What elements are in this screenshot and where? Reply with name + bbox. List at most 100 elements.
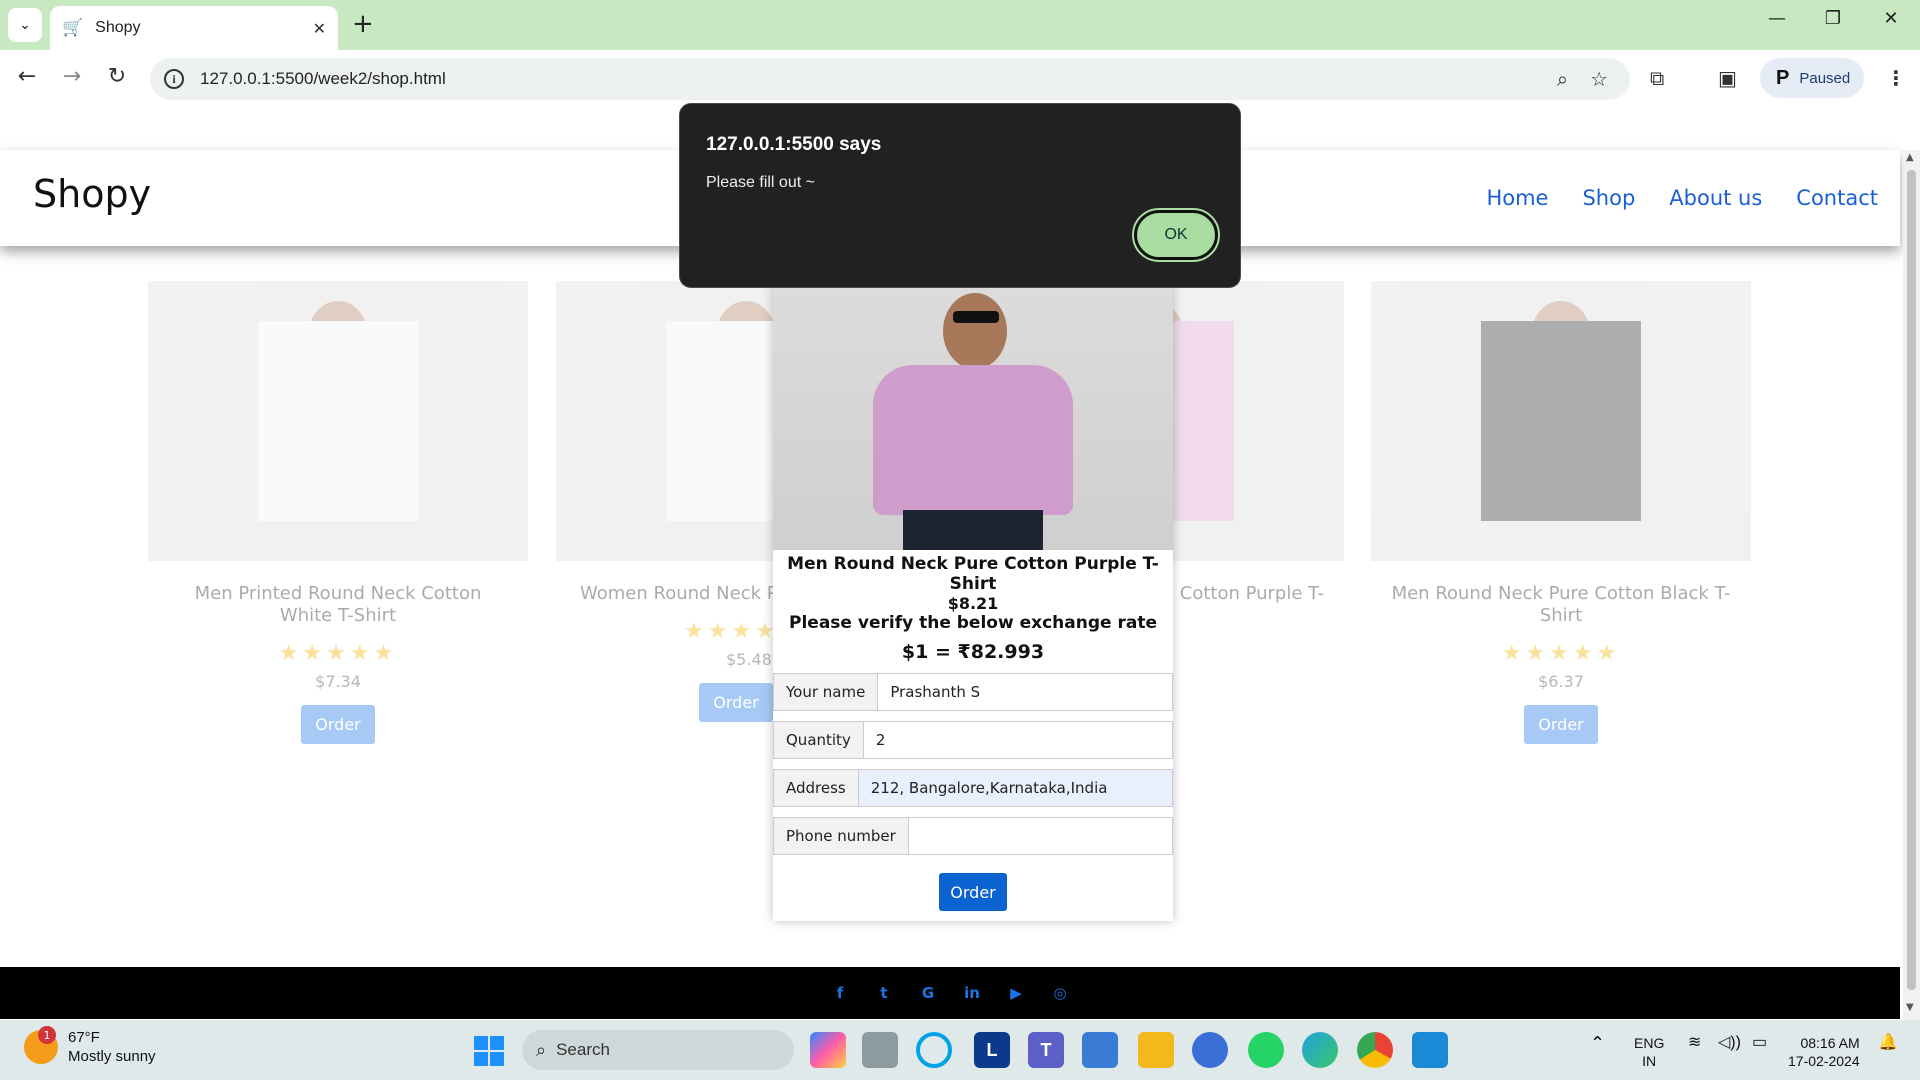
close-window-button[interactable]: ✕ xyxy=(1866,8,1916,29)
sun-icon: 1 xyxy=(24,1026,58,1064)
menu-icon[interactable]: ⋮ xyxy=(1886,66,1906,90)
order-button[interactable]: Order xyxy=(301,705,375,744)
new-tab-button[interactable]: + xyxy=(352,10,374,38)
name-label: Your name xyxy=(774,674,879,710)
back-button[interactable]: ← xyxy=(12,64,42,89)
scrollbar-thumb[interactable] xyxy=(1907,170,1916,990)
taskbar-search[interactable]: ⌕ Search xyxy=(522,1030,794,1070)
address-row: Address 212, Bangalore,Karnataka,India xyxy=(773,769,1173,807)
forward-button[interactable]: → xyxy=(57,64,87,89)
time: 08:16 AM xyxy=(1800,1035,1860,1051)
notification-bell-icon[interactable]: 🔔 xyxy=(1878,1034,1898,1052)
nav-home[interactable]: Home xyxy=(1486,186,1548,210)
profile-button[interactable]: P Paused xyxy=(1760,58,1864,98)
region-code: IN xyxy=(1642,1053,1657,1069)
sunglasses-shape xyxy=(953,311,999,323)
phone-field[interactable] xyxy=(909,818,1172,854)
address-bar[interactable]: i 127.0.0.1:5500/week2/shop.html ⌕ ☆ xyxy=(150,58,1630,100)
rating-stars: ★★★★★ xyxy=(278,641,398,666)
language-code: ENG xyxy=(1634,1035,1665,1051)
bookmark-star-icon[interactable]: ☆ xyxy=(1590,67,1608,91)
model-head xyxy=(943,293,1007,369)
reload-button[interactable]: ↻ xyxy=(102,64,132,89)
linkedin-icon[interactable]: in xyxy=(964,984,980,1002)
twitter-icon[interactable]: t xyxy=(876,984,892,1002)
search-label: Search xyxy=(556,1040,610,1059)
order-button[interactable]: Order xyxy=(699,683,773,722)
restore-button[interactable]: ❐ xyxy=(1808,8,1858,29)
product-card: Men Round Neck Pure Cotton Black T-Shirt… xyxy=(1371,281,1751,744)
site-info-icon[interactable]: i xyxy=(164,69,184,89)
battery-icon[interactable]: ▭ xyxy=(1752,1034,1767,1052)
extensions-icon[interactable]: ⧉ xyxy=(1650,66,1664,90)
modal-product-image xyxy=(773,285,1173,550)
weather-condition: Mostly sunny xyxy=(68,1048,156,1065)
cart-icon: 🛒 xyxy=(62,18,84,38)
task-view-icon[interactable] xyxy=(862,1032,898,1068)
zoom-icon[interactable]: ⌕ xyxy=(1557,67,1568,91)
quantity-field[interactable]: 2 xyxy=(864,722,1172,758)
product-price: $7.34 xyxy=(315,672,361,691)
minimize-button[interactable]: — xyxy=(1752,8,1802,29)
modal-product-title: Men Round Neck Pure Cotton Purple T-Shir… xyxy=(787,554,1159,594)
teams-icon[interactable]: T xyxy=(1028,1032,1064,1068)
instagram-icon[interactable]: ◎ xyxy=(1052,984,1068,1002)
clock[interactable]: 08:16 AM 17-02-2024 xyxy=(1788,1034,1860,1070)
store-icon[interactable] xyxy=(1082,1032,1118,1068)
temperature: 67°F xyxy=(68,1029,100,1046)
alert-message: Please fill out ~ xyxy=(706,174,815,191)
url-text[interactable]: 127.0.0.1:5500/week2/shop.html xyxy=(200,69,1557,89)
phone-label: Phone number xyxy=(774,818,909,854)
tab-search-button[interactable]: ⌄ xyxy=(8,8,42,42)
name-field[interactable]: Prashanth S xyxy=(878,674,1172,710)
vscode-icon[interactable] xyxy=(1412,1032,1448,1068)
l-app-icon[interactable]: L xyxy=(974,1032,1010,1068)
profile-avatar-icon: P xyxy=(1776,66,1790,89)
taskbar: 1 67°F Mostly sunny ⌕ Search L T ⌃ ENG I… xyxy=(0,1020,1920,1080)
file-explorer-icon[interactable] xyxy=(1138,1032,1174,1068)
scroll-down-icon[interactable]: ▼ xyxy=(1906,1002,1914,1013)
volume-icon[interactable]: ◁)) xyxy=(1718,1034,1741,1052)
rating-stars: ★★★★★ xyxy=(1501,641,1621,666)
browser-tab[interactable]: 🛒 Shopy ✕ xyxy=(50,6,338,50)
language-indicator[interactable]: ENG IN xyxy=(1634,1034,1664,1070)
whatsapp-icon[interactable] xyxy=(1248,1032,1284,1068)
nav-contact[interactable]: Contact xyxy=(1796,186,1878,210)
product-price: $6.37 xyxy=(1538,672,1584,691)
date: 17-02-2024 xyxy=(1788,1053,1860,1069)
chrome-icon[interactable] xyxy=(1357,1032,1393,1068)
site-footer: f t G in ▶ ◎ xyxy=(0,967,1900,1019)
submit-order-button[interactable]: Order xyxy=(939,873,1007,911)
chevron-up-icon[interactable]: ⌃ xyxy=(1590,1034,1605,1052)
browser-toolbar: ← → ↻ i 127.0.0.1:5500/week2/shop.html ⌕… xyxy=(0,50,1920,108)
address-label: Address xyxy=(774,770,859,806)
cortana-icon[interactable] xyxy=(916,1032,952,1068)
quantity-row: Quantity 2 xyxy=(773,721,1173,759)
site-logo[interactable]: Shopy xyxy=(33,172,151,216)
exchange-rate: $1 = ₹82.993 xyxy=(901,641,1045,663)
google-icon[interactable]: G xyxy=(920,984,936,1002)
close-tab-icon[interactable]: ✕ xyxy=(313,19,326,38)
copilot-icon[interactable] xyxy=(810,1032,846,1068)
side-panel-icon[interactable]: ▣ xyxy=(1718,66,1737,90)
facebook-icon[interactable]: f xyxy=(832,984,848,1002)
sync-app-icon[interactable] xyxy=(1192,1032,1228,1068)
address-field[interactable]: 212, Bangalore,Karnataka,India xyxy=(858,770,1172,806)
tshirt-shape xyxy=(258,321,418,521)
nav-shop[interactable]: Shop xyxy=(1582,186,1635,210)
product-card: Men Printed Round Neck Cotton White T-Sh… xyxy=(148,281,528,744)
scroll-up-icon[interactable]: ▲ xyxy=(1906,152,1914,163)
alert-ok-button[interactable]: OK xyxy=(1132,208,1220,262)
order-modal: Men Round Neck Pure Cotton Purple T-Shir… xyxy=(773,285,1173,921)
start-button[interactable] xyxy=(474,1036,504,1066)
youtube-icon[interactable]: ▶ xyxy=(1008,984,1024,1002)
weather-widget[interactable]: 1 67°F Mostly sunny xyxy=(24,1026,156,1066)
edge-icon[interactable] xyxy=(1302,1032,1338,1068)
name-row: Your name Prashanth S xyxy=(773,673,1173,711)
order-button[interactable]: Order xyxy=(1524,705,1598,744)
page-scrollbar[interactable]: ▲ ▼ xyxy=(1903,150,1920,1020)
wifi-icon[interactable]: ≋ xyxy=(1688,1034,1701,1052)
notification-badge: 1 xyxy=(38,1026,56,1044)
alert-dialog: 127.0.0.1:5500 says Please fill out ~ OK xyxy=(679,103,1241,288)
nav-about[interactable]: About us xyxy=(1669,186,1762,210)
